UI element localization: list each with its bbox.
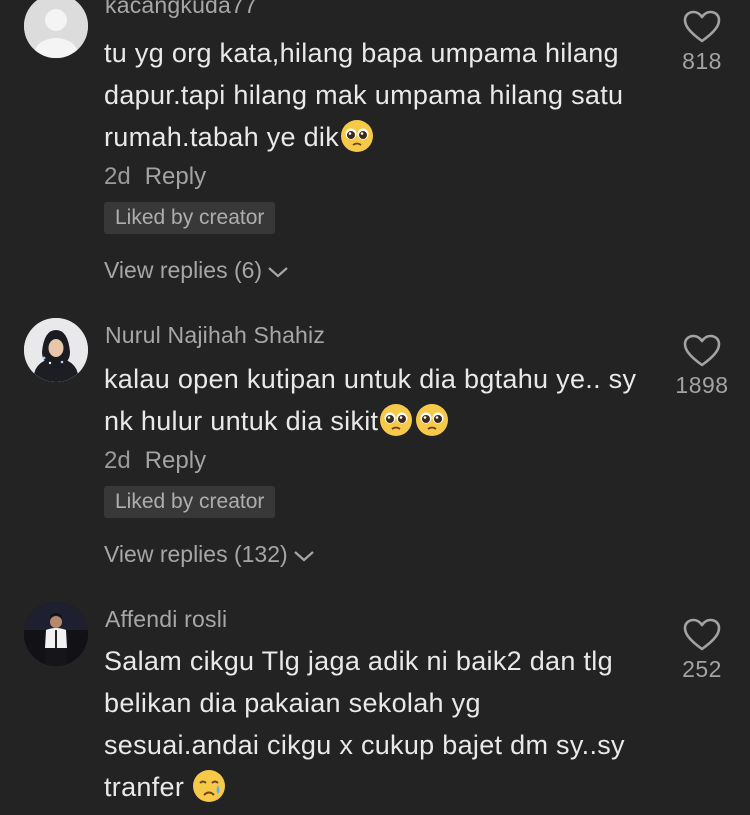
comment-text-content: kalau open kutipan untuk dia bgtahu ye..… (104, 364, 637, 436)
reply-button[interactable]: Reply (145, 447, 206, 474)
comment-meta: 2d Reply (104, 447, 206, 475)
like-count: 818 (682, 48, 722, 74)
pleading-face-icon (415, 403, 449, 449)
heart-icon (683, 618, 721, 651)
heart-icon (683, 334, 721, 367)
avatar-default[interactable] (24, 0, 88, 58)
comment-username[interactable]: Nurul Najihah Shahiz (105, 322, 325, 349)
comment-item: Affendi rosli Salam cikgu Tlg jaga adik … (0, 590, 750, 803)
view-replies-button[interactable]: View replies (6) (104, 257, 289, 284)
pleading-face-icon (340, 119, 374, 165)
view-replies-label: View replies (6) (104, 257, 263, 283)
avatar-user[interactable] (24, 318, 88, 382)
like-count: 1898 (675, 372, 729, 398)
comment-item: kacangkuda77 tu yg org kata,hilang bapa … (0, 0, 750, 300)
liked-by-creator-badge: Liked by creator (104, 202, 276, 234)
comment-text: Salam cikgu Tlg jaga adik ni baik2 dan t… (104, 640, 634, 815)
comment-time: 2d (104, 163, 131, 190)
heart-icon (683, 10, 721, 43)
comment-text: tu yg org kata,hilang bapa umpama hilang… (104, 32, 644, 165)
view-replies-button[interactable]: View replies (132) (104, 541, 315, 568)
chevron-down-icon (293, 550, 314, 561)
pleading-face-icon (379, 403, 413, 449)
comment-text-content: Salam cikgu Tlg jaga adik ni baik2 dan t… (104, 646, 625, 802)
default-avatar-icon (24, 0, 88, 58)
comment-time: 2d (104, 447, 131, 474)
avatar-user[interactable] (24, 602, 88, 666)
view-replies-label: View replies (132) (104, 541, 288, 567)
like-button[interactable]: 1898 (662, 334, 742, 399)
chevron-down-icon (268, 266, 288, 277)
comment-meta: 2d Reply (104, 163, 206, 191)
like-count: 252 (682, 656, 722, 682)
comment-text: kalau open kutipan untuk dia bgtahu ye..… (104, 358, 644, 449)
reply-button[interactable]: Reply (145, 163, 206, 190)
like-button[interactable]: 818 (662, 10, 742, 75)
user-photo-icon (24, 318, 88, 382)
user-photo-icon (24, 602, 88, 666)
comment-item: Nurul Najihah Shahiz kalau open kutipan … (0, 300, 750, 590)
liked-by-creator-badge: Liked by creator (104, 486, 276, 518)
crying-face-icon (192, 769, 226, 815)
comment-username[interactable]: Affendi rosli (105, 606, 227, 633)
like-button[interactable]: 252 (662, 618, 742, 683)
comment-username[interactable]: kacangkuda77 (105, 0, 257, 19)
